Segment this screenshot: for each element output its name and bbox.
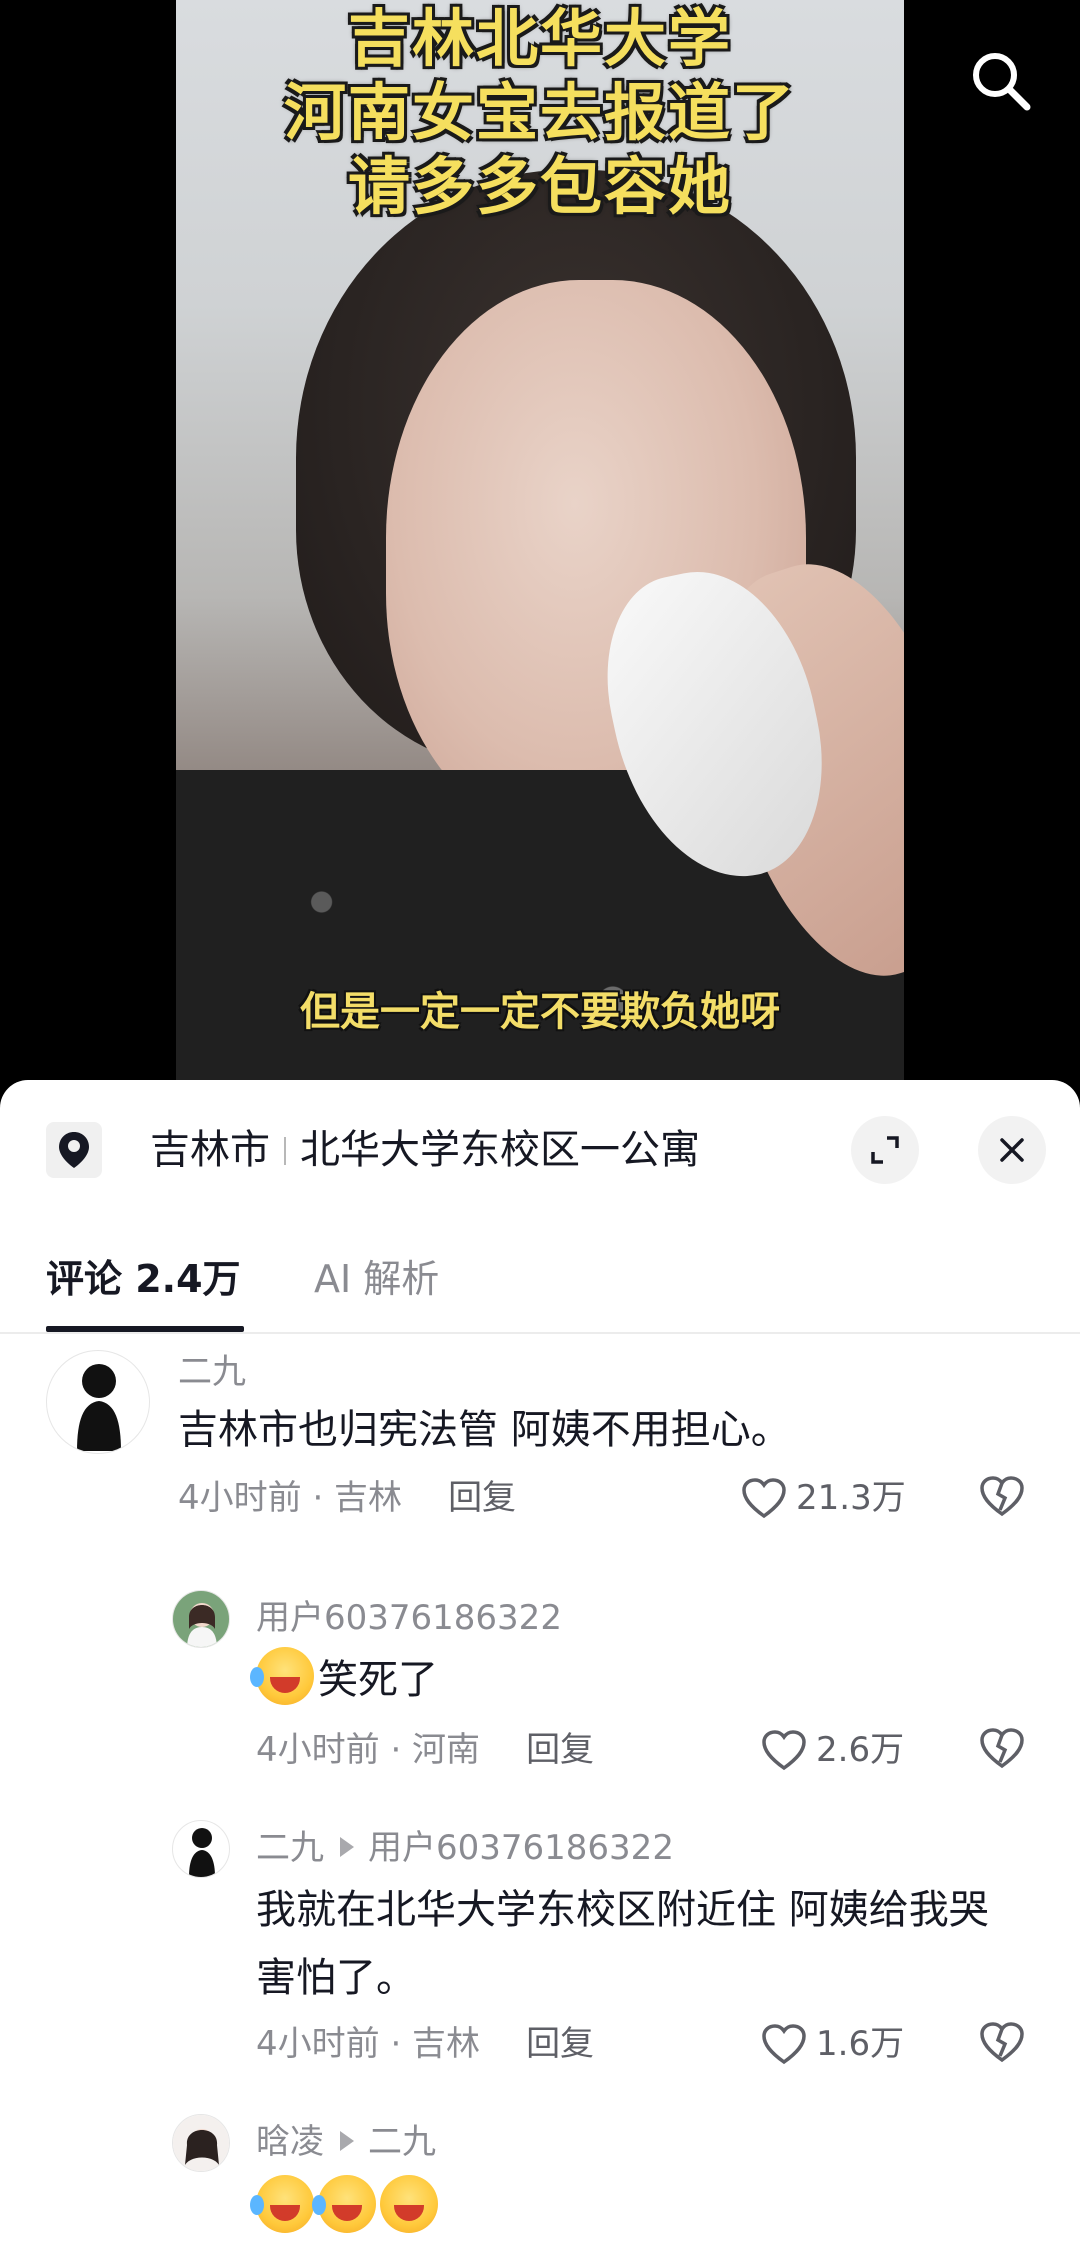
comment-text: 吉林市也归宪法管 阿姨不用担心。 xyxy=(178,1407,791,1453)
comment-author[interactable]: 用户60376186322 xyxy=(256,1596,562,1640)
dislike-button[interactable] xyxy=(978,1474,1026,1522)
laugh-cry-emoji-icon xyxy=(250,1647,314,1705)
dislike-button[interactable] xyxy=(978,1726,1026,1774)
joy-emoji-icon xyxy=(380,2175,438,2233)
silhouette-avatar-icon xyxy=(189,1828,215,1877)
comment-time-location: 4小时前 · 吉林 xyxy=(178,1478,403,1518)
reply-to-user[interactable]: 用户60376186322 xyxy=(368,1828,674,1868)
comment-text: 笑死了 xyxy=(250,1646,1080,1714)
avatar[interactable] xyxy=(172,1820,230,1878)
search-icon xyxy=(973,53,1031,111)
caption-line-3: 请多多包容她 xyxy=(347,150,732,223)
like-button[interactable]: 2.6万 xyxy=(760,1728,904,1772)
close-button[interactable] xyxy=(978,1116,1046,1184)
heart-icon xyxy=(742,1478,786,1519)
location-text[interactable]: 吉林市 北华大学东校区一公寓 xyxy=(150,1124,700,1176)
comment-sheet: 吉林市 北华大学东校区一公寓 评论 2.4万 AI 解析 二九 吉林市也归宪法管… xyxy=(0,1080,1080,2249)
comment-time-location: 4小时前 · 河南 xyxy=(256,1730,481,1770)
search-button[interactable] xyxy=(965,45,1037,117)
comment-time-location: 4小时前 · 吉林 xyxy=(256,2024,481,2064)
heart-icon xyxy=(762,1730,806,1771)
comment-author[interactable]: 二九 xyxy=(178,1350,246,1394)
comment-emoji-row xyxy=(250,2174,1080,2242)
dislike-button[interactable] xyxy=(978,2020,1026,2068)
comment-meta: 4小时前 · 吉林 回复 xyxy=(256,2022,594,2066)
expand-button[interactable] xyxy=(851,1116,919,1184)
caption-line-1: 吉林北华大学 xyxy=(347,2,732,75)
video-player[interactable]: 吉林北华大学 河南女宝去报道了 请多多包容她 但是一定一定不要欺负她呀 xyxy=(0,0,1080,1085)
tab-comments[interactable]: 评论 2.4万 xyxy=(46,1254,241,1304)
heart-icon xyxy=(762,2024,806,2065)
close-icon xyxy=(1000,1138,1024,1162)
location-pin-icon xyxy=(46,1122,102,1178)
comment-author[interactable]: 晗凌 二九 xyxy=(256,2120,436,2164)
avatar[interactable] xyxy=(46,1350,150,1454)
laugh-cry-emoji-icon xyxy=(312,2175,376,2233)
silhouette-avatar-icon xyxy=(77,1364,121,1451)
like-button[interactable]: 1.6万 xyxy=(760,2022,904,2066)
reply-to-user[interactable]: 二九 xyxy=(368,2122,436,2162)
broken-heart-icon xyxy=(980,1476,1024,1517)
user-photo-avatar-icon xyxy=(173,1591,229,1647)
comment-author[interactable]: 二九 用户60376186322 xyxy=(256,1826,674,1870)
broken-heart-icon xyxy=(980,2022,1024,2063)
tab-active-indicator xyxy=(46,1326,244,1332)
comment-text: 我就在北华大学东校区附近住 阿姨给我哭害怕了。 xyxy=(256,1887,989,2001)
user-photo-avatar-icon xyxy=(173,2115,229,2171)
reply-button[interactable]: 回复 xyxy=(448,1478,516,1518)
comment-meta: 4小时前 · 河南 回复 xyxy=(256,1728,594,1772)
like-button[interactable]: 21.3万 xyxy=(740,1476,906,1520)
video-subtitle: 但是一定一定不要欺负她呀 xyxy=(300,989,780,1035)
avatar[interactable] xyxy=(172,1590,230,1648)
expand-icon xyxy=(871,1136,899,1164)
like-count: 2.6万 xyxy=(816,1730,905,1770)
location-bar[interactable]: 吉林市 北华大学东校区一公寓 xyxy=(0,1080,1080,1220)
reply-arrow-icon xyxy=(340,2131,354,2151)
comment-meta: 4小时前 · 吉林 回复 xyxy=(178,1476,516,1520)
video-caption: 吉林北华大学 河南女宝去报道了 请多多包容她 xyxy=(176,0,904,224)
location-place: 北华大学东校区一公寓 xyxy=(300,1127,700,1173)
broken-heart-icon xyxy=(980,1728,1024,1769)
laugh-cry-emoji-icon xyxy=(250,2175,314,2233)
like-count: 21.3万 xyxy=(796,1478,906,1518)
reply-item: 晗凌 二九 xyxy=(0,2104,1080,2249)
caption-line-2: 河南女宝去报道了 xyxy=(283,76,796,149)
avatar[interactable] xyxy=(172,2114,230,2172)
comment-tabs: 评论 2.4万 AI 解析 xyxy=(0,1230,1080,1334)
reply-item: 用户60376186322 笑死了 4小时前 · 河南 回复 2.6万 xyxy=(0,1580,1080,1810)
reply-button[interactable]: 回复 xyxy=(526,2024,594,2064)
location-city: 吉林市 xyxy=(150,1127,270,1173)
like-count: 1.6万 xyxy=(816,2024,905,2064)
reply-item: 二九 用户60376186322 我就在北华大学东校区附近住 阿姨给我哭害怕了。 … xyxy=(0,1810,1080,2110)
location-divider xyxy=(284,1137,286,1165)
reply-arrow-icon xyxy=(340,1837,354,1857)
tab-ai-analysis[interactable]: AI 解析 xyxy=(314,1254,439,1304)
reply-button[interactable]: 回复 xyxy=(526,1730,594,1770)
